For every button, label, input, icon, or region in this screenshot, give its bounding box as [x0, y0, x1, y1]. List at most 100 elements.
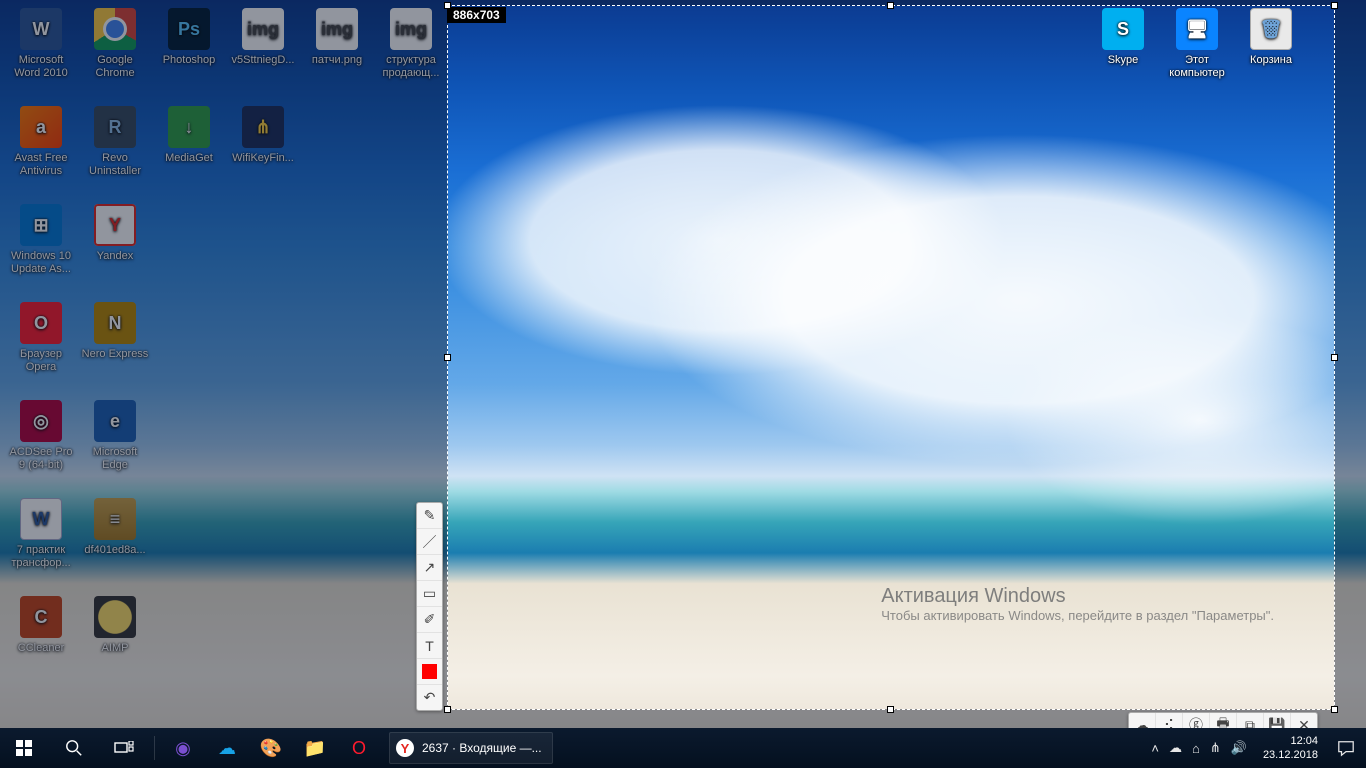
- desktop-icon[interactable]: imgпатчи.png: [300, 2, 374, 100]
- desktop-icon[interactable]: W 7 практик трансфор...: [4, 492, 78, 590]
- rect-tool[interactable]: ▭: [417, 581, 442, 607]
- action-center-button[interactable]: [1326, 728, 1366, 768]
- icon-label: Revo Uninstaller: [79, 152, 151, 178]
- icon-label: Avast Free Antivirus: [5, 152, 77, 178]
- color-swatch: [422, 664, 437, 679]
- app-icon: W: [20, 498, 62, 540]
- screenshot-tool-palette: ✎／↗▭✐T ↶: [416, 502, 443, 711]
- taskbar-clock[interactable]: 12:04 23.12.2018: [1255, 734, 1326, 762]
- resize-handle-e[interactable]: [1331, 354, 1338, 361]
- screenshot-selection[interactable]: SSkype🖥Этот компьютер🗑Корзина Активация …: [448, 6, 1334, 709]
- task-view-button[interactable]: [100, 728, 148, 768]
- desktop-icon[interactable]: e Microsoft Edge: [78, 394, 152, 492]
- resize-handle-nw[interactable]: [444, 2, 451, 9]
- desktop-icon[interactable]: imgv5SttniegD...: [226, 2, 300, 100]
- desktop-icon[interactable]: YYandex: [78, 198, 152, 296]
- app-icon: [94, 596, 136, 638]
- app-icon: C: [20, 596, 62, 638]
- app-icon: ⋔: [242, 106, 284, 148]
- search-button[interactable]: [50, 728, 98, 768]
- watermark-title: Активация Windows: [881, 585, 1274, 608]
- desktop-icon[interactable]: Ps Photoshop: [152, 2, 226, 100]
- app-icon: ↓: [168, 106, 210, 148]
- line-tool[interactable]: ／: [417, 529, 442, 555]
- resize-handle-n[interactable]: [887, 2, 894, 9]
- onedrive-icon[interactable]: ☁: [205, 728, 249, 768]
- tray-volume-icon[interactable]: 🔊: [1231, 740, 1247, 756]
- app-icon: 🖥: [1176, 8, 1218, 50]
- desktop-icon[interactable]: OБраузер Opera: [4, 296, 78, 394]
- resize-handle-se[interactable]: [1331, 706, 1338, 713]
- desktop-icon[interactable]: WMicrosoft Word 2010: [4, 2, 78, 100]
- explorer-icon[interactable]: 📁: [293, 728, 337, 768]
- icon-label: df401ed8a...: [84, 544, 145, 557]
- desktop-icon[interactable]: ≡df401ed8a...: [78, 492, 152, 590]
- undo-tool[interactable]: ↶: [417, 685, 442, 710]
- taskbar-pinned: ◉☁🎨📁O: [161, 728, 381, 768]
- resize-handle-sw[interactable]: [444, 706, 451, 713]
- icon-label: WifiKeyFin...: [232, 152, 294, 165]
- taskbar-task-yandex-mail[interactable]: Y 2637 · Входящие —...: [389, 732, 553, 764]
- icon-label: Windows 10 Update As...: [5, 250, 77, 276]
- desktop-icon[interactable]: aAvast Free Antivirus: [4, 100, 78, 198]
- pen-tool[interactable]: ✎: [417, 503, 442, 529]
- app-icon: img: [390, 8, 432, 50]
- app-icon: S: [1102, 8, 1144, 50]
- desktop-icon[interactable]: SSkype: [1086, 6, 1160, 100]
- start-button[interactable]: [0, 728, 48, 768]
- selection-size-badge: 886x703: [447, 7, 506, 23]
- tray-network-icon[interactable]: ⌂: [1192, 741, 1200, 756]
- desktop-icon[interactable]: img структура продающ...: [374, 2, 448, 100]
- app-icon: 🗑: [1250, 8, 1292, 50]
- arrow-tool[interactable]: ↗: [417, 555, 442, 581]
- text-tool[interactable]: T: [417, 633, 442, 659]
- icon-label: структура продающ...: [375, 54, 447, 80]
- opera-icon[interactable]: O: [337, 728, 381, 768]
- desktop-icon[interactable]: ◎ACDSee Pro 9 (64-bit): [4, 394, 78, 492]
- app-icon: R: [94, 106, 136, 148]
- tray-wifi-icon[interactable]: ⋔: [1210, 740, 1221, 756]
- app-icon: O: [20, 302, 62, 344]
- icon-label: Photoshop: [163, 54, 216, 67]
- app-icon: N: [94, 302, 136, 344]
- desktop-icons-left: WMicrosoft Word 2010Google ChromePsPhoto…: [4, 2, 448, 688]
- tray-onedrive-icon[interactable]: ☁: [1169, 740, 1182, 756]
- app-icon: [94, 8, 136, 50]
- desktop-icon[interactable]: ⊞ Windows 10 Update As...: [4, 198, 78, 296]
- icon-label: MediaGet: [165, 152, 213, 165]
- desktop-icon[interactable]: AIMP: [78, 590, 152, 688]
- icon-label: Yandex: [97, 250, 134, 263]
- icon-label: Google Chrome: [79, 54, 151, 80]
- icon-label: Nero Express: [82, 348, 149, 361]
- paint-icon[interactable]: 🎨: [249, 728, 293, 768]
- desktop-icon[interactable]: 🗑Корзина: [1234, 6, 1308, 100]
- tray-chevron-icon[interactable]: ˄: [1151, 741, 1159, 756]
- app-icon: ⊞: [20, 204, 62, 246]
- desktop-icon[interactable]: ↓ MediaGet: [152, 100, 226, 198]
- marker-tool[interactable]: ✐: [417, 607, 442, 633]
- desktop-icon[interactable]: ⋔ WifiKeyFin...: [226, 100, 300, 198]
- system-tray: ˄ ☁ ⌂ ⋔ 🔊: [1143, 740, 1255, 756]
- app-icon: e: [94, 400, 136, 442]
- icon-label: Microsoft Edge: [79, 446, 151, 472]
- app-icon: Ps: [168, 8, 210, 50]
- taskbar: ◉☁🎨📁O Y 2637 · Входящие —... ˄☁⌂⋔🔊 12:04…: [0, 728, 1366, 768]
- desktop-icon[interactable]: Google Chrome: [78, 2, 152, 100]
- color-picker[interactable]: [417, 659, 442, 685]
- resize-handle-ne[interactable]: [1331, 2, 1338, 9]
- desktop-icon[interactable]: R Revo Uninstaller: [78, 100, 152, 198]
- desktop-icon[interactable]: N Nero Express: [78, 296, 152, 394]
- task-label: 2637 · Входящие —...: [422, 741, 542, 755]
- desktop-icon[interactable]: CCCleaner: [4, 590, 78, 688]
- cortana-icon[interactable]: ◉: [161, 728, 205, 768]
- icon-label: Microsoft Word 2010: [5, 54, 77, 80]
- icon-label: патчи.png: [312, 54, 362, 67]
- icon-label: v5SttniegD...: [232, 54, 295, 67]
- desktop-icon[interactable]: 🖥Этот компьютер: [1160, 6, 1234, 100]
- icon-label: 7 практик трансфор...: [5, 544, 77, 570]
- clock-time: 12:04: [1263, 734, 1318, 748]
- resize-handle-w[interactable]: [444, 354, 451, 361]
- icon-label: ACDSee Pro 9 (64-bit): [5, 446, 77, 472]
- desktop-icons-right: SSkype🖥Этот компьютер🗑Корзина: [1086, 6, 1308, 100]
- resize-handle-s[interactable]: [887, 706, 894, 713]
